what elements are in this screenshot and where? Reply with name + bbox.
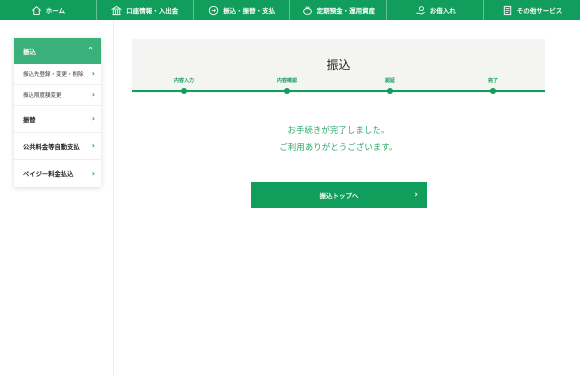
step-label-auth: 認証 [384,78,396,84]
step-dot [387,88,393,94]
other-services-icon [502,5,513,16]
nav-transfer-label: 振込・振替・支払 [223,7,276,15]
progress-card: 振込 [132,39,545,93]
top-nav: ホーム 口座情報・入出金 振込・振替・支払 定期預金・運用資産 お借入れ その他… [0,0,580,20]
savings-pot-icon [302,5,313,16]
completion-message: お手続きが完了しました。 [287,125,390,135]
nav-other-label: その他サービス [516,7,563,15]
side-sub-limit-change[interactable]: 振込限度額変更 › [14,85,101,106]
chevron-right-icon: › [91,90,95,99]
side-menu-head-label: 振込 [23,48,36,56]
bank-account-icon [111,5,123,16]
chevron-right-icon: › [91,69,95,78]
thanks-message: ご利用ありがとうございます。 [279,142,398,152]
page-title: 振込 [326,58,351,72]
step-label-complete: 完了 [487,78,499,84]
nav-transfer[interactable]: 振込・振替・支払 [194,0,291,20]
chevron-right-icon: › [91,141,95,150]
step-label-input: 内容入力 [173,78,195,84]
side-item-label: 公共料金等自動支払 [23,143,80,151]
chevron-right-icon: › [91,168,95,178]
transfer-icon [208,5,219,16]
nav-savings-label: 定期預金・運用資産 [316,7,376,15]
side-sub-label: 振込限度額変更 [23,93,62,99]
side-item-utility-autopay[interactable]: 公共料金等自動支払 › [14,133,101,160]
side-sub-payee-register[interactable]: 振込先登録・変更・削除 › [14,64,101,85]
side-item-furikae[interactable]: 振替 › [14,106,101,133]
side-menu-head-transfer[interactable]: 振込 ⌃ [14,38,101,64]
nav-account-label: 口座情報・入出金 [126,7,179,15]
step-dot [181,88,187,94]
nav-home-label: ホーム [45,7,66,15]
side-sub-label: 振込先登録・変更・削除 [23,72,84,78]
transfer-top-button[interactable]: 振込トップへ › [251,182,427,208]
nav-other[interactable]: その他サービス [484,0,580,20]
side-menu: 振込 ⌃ 振込先登録・変更・削除 › 振込限度額変更 › 振替 › 公共料金等自… [14,38,101,187]
nav-account[interactable]: 口座情報・入出金 [97,0,194,20]
side-item-payeasy[interactable]: ペイジー料金払込 › [14,160,101,187]
progress-line [132,90,545,92]
chevron-up-icon: ⌃ [87,46,94,55]
nav-loan[interactable]: お借入れ [387,0,485,20]
transfer-top-button-label: 振込トップへ [319,192,359,200]
loan-hand-icon [415,5,426,16]
step-dot [284,88,290,94]
nav-savings[interactable]: 定期預金・運用資産 [290,0,388,20]
home-icon [31,5,42,16]
side-item-label: 振替 [23,116,36,124]
step-dot [490,88,496,94]
chevron-right-icon: › [414,189,418,200]
step-label-confirm: 内容確認 [276,78,298,84]
chevron-right-icon: › [91,114,95,123]
nav-loan-label: お借入れ [429,7,456,15]
side-item-label: ペイジー料金払込 [23,171,74,178]
nav-home[interactable]: ホーム [0,0,97,20]
